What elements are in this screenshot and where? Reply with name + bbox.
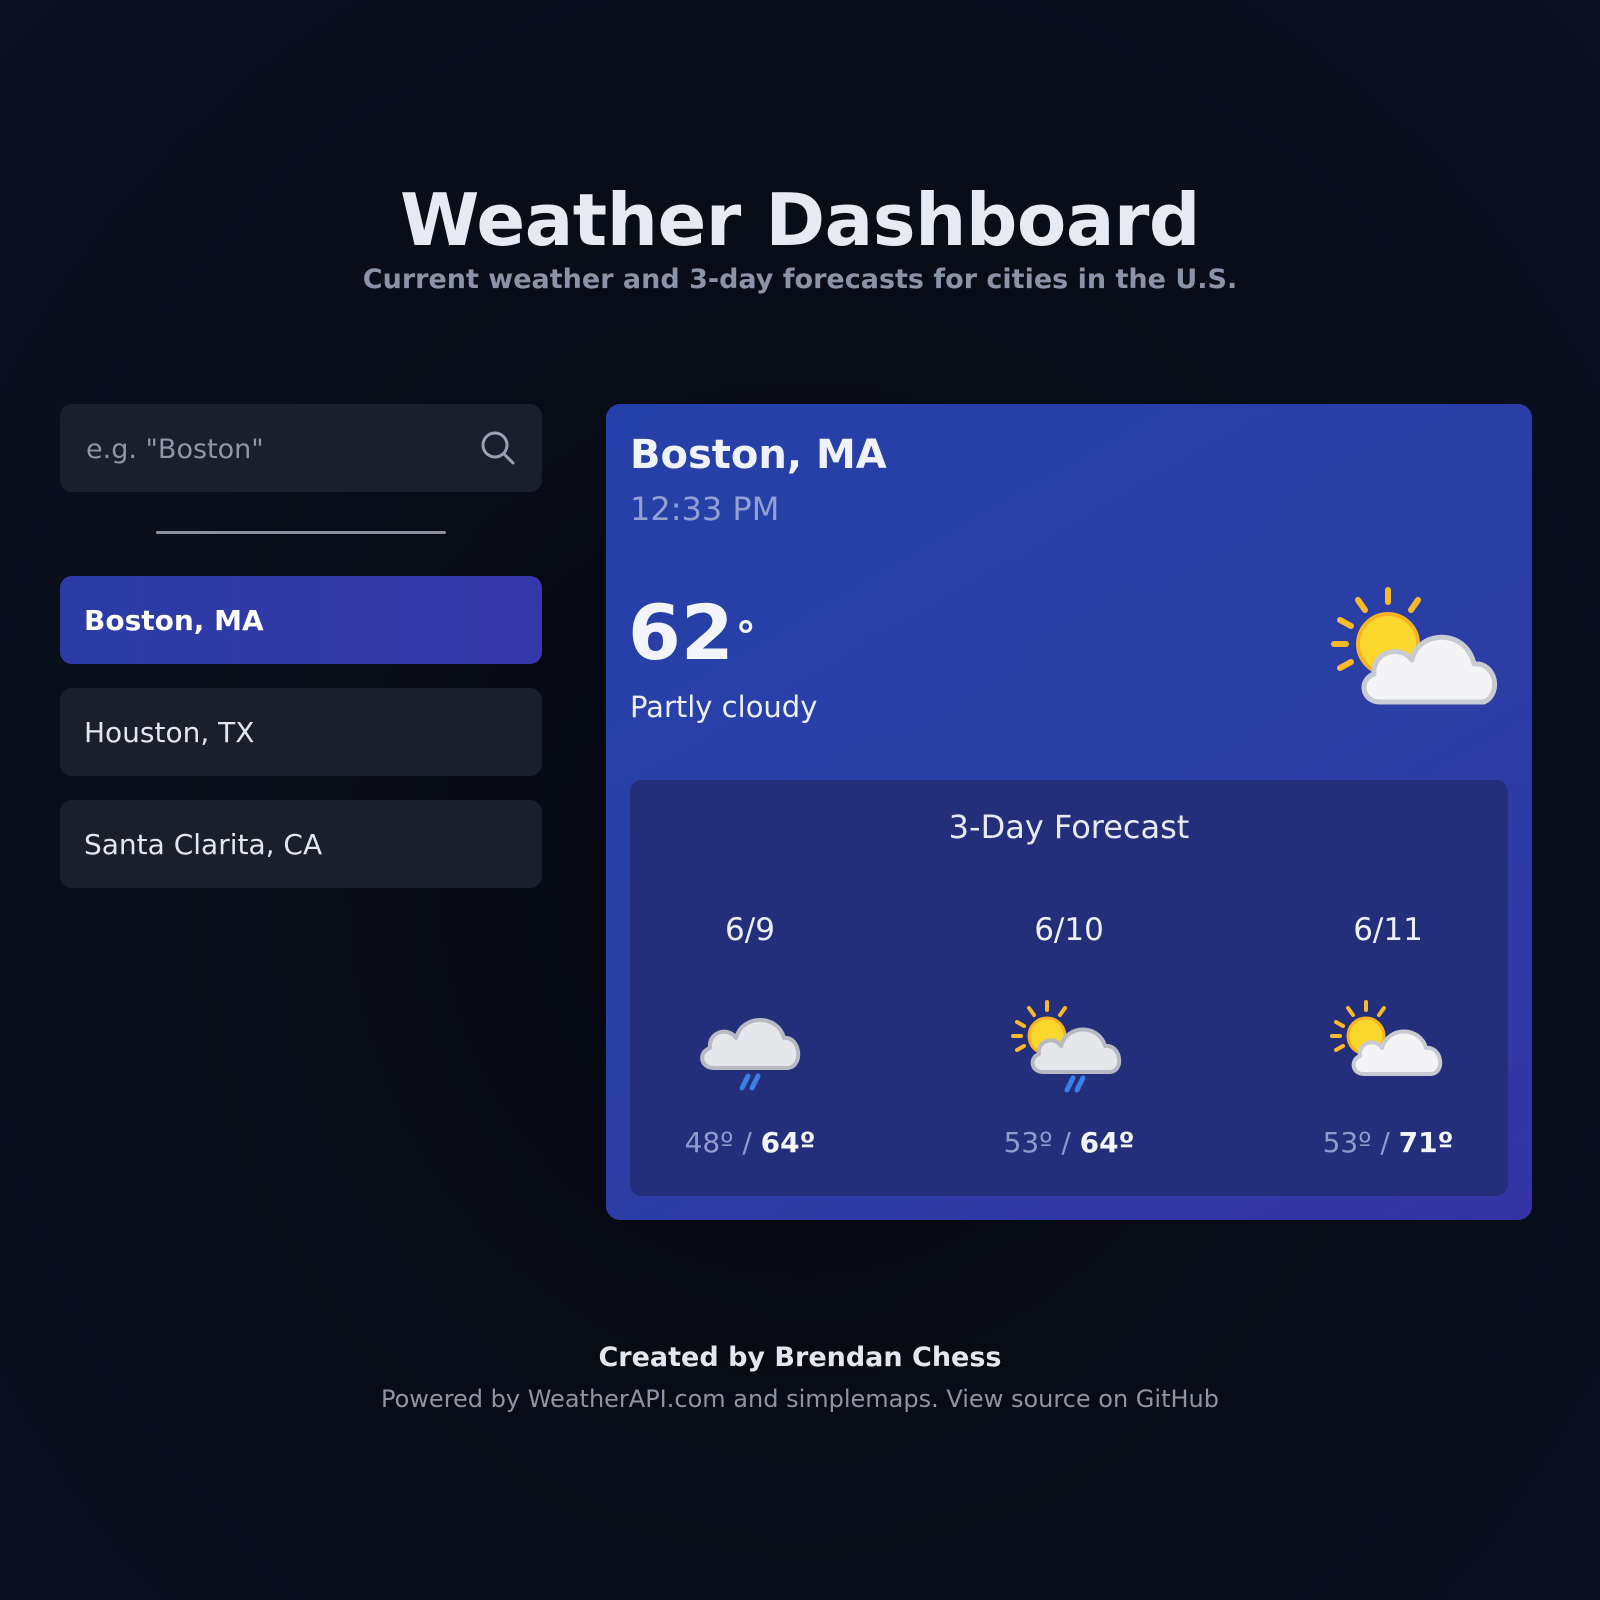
search-icon[interactable] — [480, 430, 516, 466]
forecast-date: 6/9 — [725, 912, 775, 948]
current-condition: Partly cloudy — [630, 690, 818, 724]
search-input[interactable] — [84, 404, 468, 494]
forecast-day: 6/10 53º / 64º — [949, 912, 1189, 1159]
forecast-high: 64º — [1079, 1126, 1135, 1159]
weatherapi-link[interactable]: WeatherAPI.com — [528, 1385, 726, 1413]
rain-cloud-icon — [700, 1018, 800, 1091]
forecast-temps: 53º / 64º — [949, 1126, 1189, 1159]
forecast-title: 3-Day Forecast — [948, 808, 1190, 846]
search-box — [60, 404, 542, 494]
footer-links: Powered by WeatherAPI.com and simplemaps… — [0, 1385, 1600, 1413]
current-temperature: 62° — [628, 588, 756, 678]
temp-separator: / — [1380, 1126, 1390, 1159]
forecast-panel: 3-Day Forecast 6/9 48º / 64º 6/10 53º / … — [630, 780, 1508, 1196]
temp-separator: / — [1061, 1126, 1071, 1159]
and-text: and — [725, 1385, 787, 1413]
city-item-label: Houston, TX — [84, 715, 255, 749]
current-time: 12:33 PM — [630, 490, 780, 528]
sun-cloud-rain-icon — [1011, 1000, 1121, 1093]
forecast-day: 6/11 53º / 71º — [1268, 912, 1508, 1159]
forecast-day: 6/9 48º / 64º — [630, 912, 870, 1159]
page-title: Weather Dashboard — [400, 178, 1200, 262]
city-item-label: Boston, MA — [84, 603, 264, 637]
forecast-high: 71º — [1398, 1126, 1454, 1159]
temp-separator: / — [742, 1126, 752, 1159]
degree-symbol: ° — [735, 614, 756, 660]
forecast-date: 6/11 — [1353, 912, 1423, 948]
powered-by-text: Powered by — [381, 1385, 528, 1413]
forecast-date: 6/10 — [1034, 912, 1104, 948]
page-footer: Created by Brendan Chess Powered by Weat… — [0, 1342, 1600, 1413]
forecast-low: 53º — [1003, 1126, 1053, 1159]
partly-cloudy-icon — [1330, 1000, 1442, 1076]
page-header: Weather Dashboard Current weather and 3-… — [0, 178, 1600, 295]
current-temp-value: 62 — [628, 588, 734, 677]
forecast-low: 53º — [1322, 1126, 1372, 1159]
partly-cloudy-icon — [1331, 587, 1497, 705]
current-weather-card: Boston, MA 12:33 PM 62° Partly cloudy 3-… — [606, 404, 1532, 1220]
city-item-santa-clarita[interactable]: Santa Clarita, CA — [60, 800, 542, 888]
forecast-temps: 53º / 71º — [1268, 1126, 1508, 1159]
city-item-boston[interactable]: Boston, MA — [60, 576, 542, 664]
github-source-link[interactable]: View source on GitHub — [946, 1385, 1219, 1413]
forecast-low: 48º — [684, 1126, 734, 1159]
footer-credit: Created by Brendan Chess — [598, 1342, 1002, 1373]
simplemaps-link[interactable]: simplemaps — [786, 1385, 931, 1413]
city-item-label: Santa Clarita, CA — [84, 827, 323, 861]
city-item-houston[interactable]: Houston, TX — [60, 688, 542, 776]
page-subtitle: Current weather and 3-day forecasts for … — [362, 264, 1238, 295]
current-city: Boston, MA — [630, 432, 887, 478]
forecast-high: 64º — [760, 1126, 816, 1159]
forecast-temps: 48º / 64º — [630, 1126, 870, 1159]
search-divider — [156, 531, 446, 534]
period-text: . — [931, 1385, 947, 1413]
